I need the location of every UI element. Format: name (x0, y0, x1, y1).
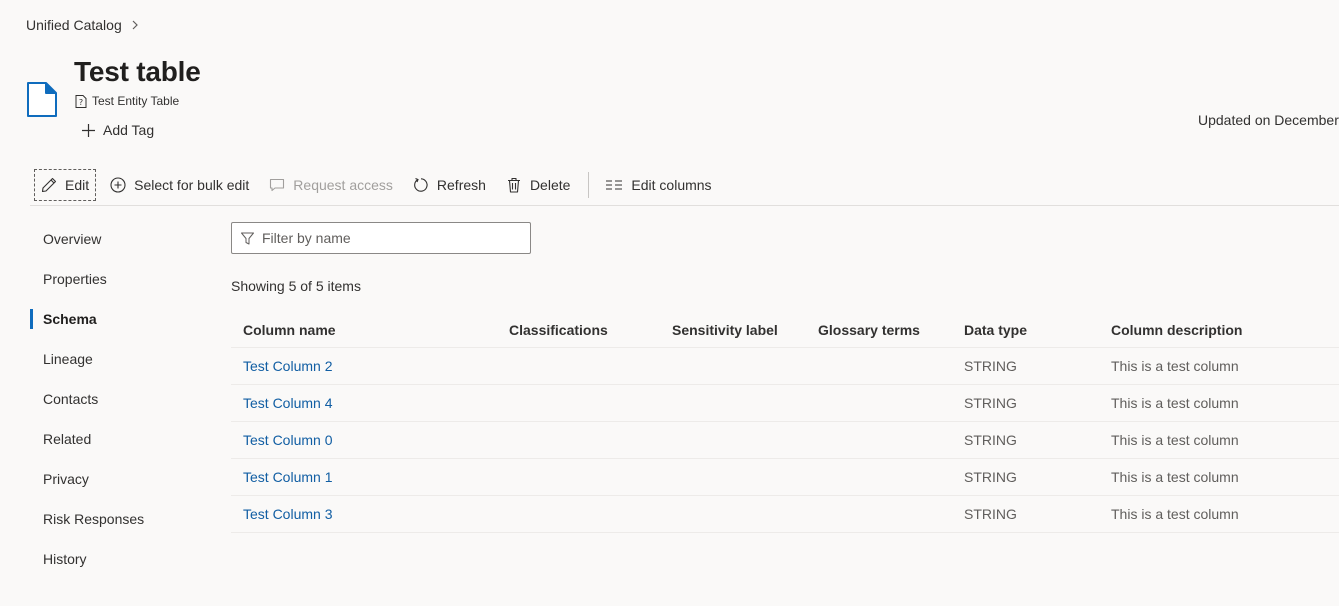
header-column-description[interactable]: Column description (1111, 312, 1242, 347)
command-bar: Edit Select for bulk edit Request access… (30, 164, 1339, 206)
cell-data-type: STRING (964, 358, 1017, 374)
table-row[interactable]: Test Column 0 STRING This is a test column (231, 422, 1339, 459)
cell-column-name[interactable]: Test Column 0 (243, 422, 332, 458)
nav-item-properties[interactable]: Properties (30, 259, 200, 299)
comment-icon (270, 178, 285, 191)
add-tag-label: Add Tag (103, 122, 155, 138)
nav-item-lineage[interactable]: Lineage (30, 339, 200, 379)
table-header-row: Column name Classifications Sensitivity … (231, 312, 1339, 348)
unknown-type-icon: ? (75, 94, 87, 108)
request-access-label: Request access (293, 176, 393, 193)
bulk-edit-button[interactable]: Select for bulk edit (104, 169, 255, 201)
cell-data-type: STRING (964, 395, 1017, 411)
document-icon (27, 82, 57, 117)
refresh-label: Refresh (436, 176, 486, 193)
columns-icon (606, 179, 623, 190)
item-count: Showing 5 of 5 items (231, 278, 361, 294)
nav-item-contacts[interactable]: Contacts (30, 379, 200, 419)
filter-icon (241, 232, 254, 244)
table-row[interactable]: Test Column 4 STRING This is a test column (231, 385, 1339, 422)
refresh-button[interactable]: Refresh (407, 169, 492, 201)
breadcrumb: Unified Catalog (26, 17, 140, 33)
header-glossary-terms[interactable]: Glossary terms (818, 312, 920, 347)
header-data-type[interactable]: Data type (964, 312, 1027, 347)
header-sensitivity-label[interactable]: Sensitivity label (672, 312, 778, 347)
edit-label: Edit (65, 176, 90, 193)
table-row[interactable]: Test Column 2 STRING This is a test column (231, 348, 1339, 385)
nav-item-risk-responses[interactable]: Risk Responses (30, 499, 200, 539)
schema-table: Column name Classifications Sensitivity … (231, 312, 1339, 533)
cell-column-name[interactable]: Test Column 3 (243, 496, 332, 532)
request-access-button[interactable]: Request access (263, 169, 399, 201)
cell-column-name[interactable]: Test Column 1 (243, 459, 332, 495)
cell-column-description: This is a test column (1111, 432, 1239, 448)
cell-column-name[interactable]: Test Column 4 (243, 385, 332, 421)
updated-timestamp: Updated on December 1 (1198, 112, 1339, 128)
chevron-right-icon (132, 20, 138, 30)
cell-column-name[interactable]: Test Column 2 (243, 348, 332, 384)
toolbar-divider (588, 171, 590, 198)
cell-column-description: This is a test column (1111, 469, 1239, 485)
cell-column-description: This is a test column (1111, 506, 1239, 522)
entity-type: ? Test Entity Table (75, 94, 179, 108)
page: Unified Catalog Test table ? Test Entity… (0, 0, 1339, 606)
add-tag-button[interactable]: Add Tag (82, 122, 154, 138)
entity-type-label: Test Entity Table (92, 94, 180, 108)
refresh-icon (414, 177, 428, 192)
filter-input[interactable] (262, 230, 512, 246)
header-column-name[interactable]: Column name (243, 312, 336, 347)
nav-item-related[interactable]: Related (30, 419, 200, 459)
table-row[interactable]: Test Column 1 STRING This is a test column (231, 459, 1339, 496)
edit-columns-button[interactable]: Edit columns (599, 169, 717, 201)
trash-icon (507, 177, 520, 193)
cell-column-description: This is a test column (1111, 358, 1239, 374)
delete-label: Delete (529, 176, 571, 193)
svg-text:?: ? (79, 98, 83, 107)
nav-item-overview[interactable]: Overview (30, 219, 200, 259)
pencil-icon (41, 177, 57, 192)
section-nav: Overview Properties Schema Lineage Contacts R… (30, 219, 200, 579)
header-classifications[interactable]: Classifications (509, 312, 608, 347)
plus-icon (82, 123, 95, 137)
cell-data-type: STRING (964, 469, 1017, 485)
nav-item-history[interactable]: History (30, 539, 200, 579)
breadcrumb-root[interactable]: Unified Catalog (26, 17, 122, 33)
nav-item-schema[interactable]: Schema (30, 299, 200, 339)
cell-column-description: This is a test column (1111, 395, 1239, 411)
page-title: Test table (74, 56, 201, 87)
add-circle-icon (110, 176, 126, 193)
edit-button[interactable]: Edit (34, 168, 97, 201)
delete-button[interactable]: Delete (500, 169, 576, 201)
cell-data-type: STRING (964, 506, 1017, 522)
cell-data-type: STRING (964, 432, 1017, 448)
table-body: Test Column 2 STRING This is a test column… (231, 348, 1339, 533)
nav-item-privacy[interactable]: Privacy (30, 459, 200, 499)
table-row[interactable]: Test Column 3 STRING This is a test column (231, 496, 1339, 533)
edit-columns-label: Edit columns (631, 176, 712, 193)
filter-box[interactable] (231, 222, 531, 254)
bulk-edit-label: Select for bulk edit (134, 176, 250, 193)
